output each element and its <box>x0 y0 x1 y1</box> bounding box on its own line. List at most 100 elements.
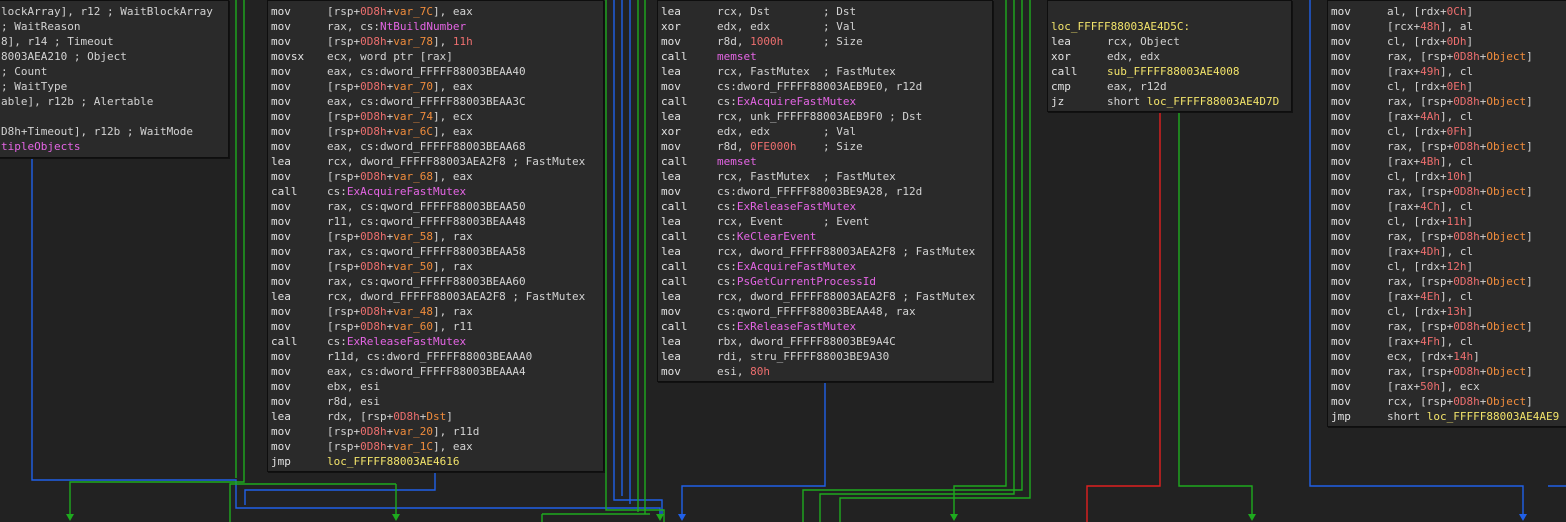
stack-var[interactable]: var_58 <box>393 230 433 243</box>
code-line[interactable]: mov cl, [rdx+11h] <box>1331 214 1566 229</box>
code-line[interactable]: mov [rsp+0D8h+var_68], eax <box>271 169 603 184</box>
stack-var[interactable]: var_50 <box>393 260 433 273</box>
code-line[interactable]: mov rax, [rsp+0D8h+Object] <box>1331 49 1566 64</box>
code-line[interactable]: mov rcx, [rsp+0D8h+Object] <box>1331 394 1566 409</box>
code-line[interactable]: mov [rax+4Dh], cl <box>1331 244 1566 259</box>
code-line[interactable]: mov [rax+4Eh], cl <box>1331 289 1566 304</box>
code-line[interactable]: mov [rax+4Ah], cl <box>1331 109 1566 124</box>
code-line[interactable]: tipleObjects <box>1 139 228 154</box>
location-ref[interactable]: sub_FFFFF88003AE4008 <box>1107 65 1239 78</box>
code-line[interactable]: mov rax, [rsp+0D8h+Object] <box>1331 319 1566 334</box>
code-line[interactable]: mov cl, [rdx+0Dh] <box>1331 34 1566 49</box>
code-line[interactable]: xor edx, edx ; Val <box>661 19 992 34</box>
code-line[interactable]: lea rdx, [rsp+0D8h+Dst] <box>271 409 603 424</box>
code-line[interactable]: mov [rax+50h], ecx <box>1331 379 1566 394</box>
code-line[interactable]: xor edx, edx ; Val <box>661 124 992 139</box>
code-line[interactable]: mov cs:dword_FFFFF88003AEB9E0, r12d <box>661 79 992 94</box>
code-line[interactable]: jmp loc_FFFFF88003AE4616 <box>271 454 603 469</box>
code-line[interactable]: mov [rsp+0D8h+var_48], rax <box>271 304 603 319</box>
code-line[interactable]: mov [rsp+0D8h+var_70], eax <box>271 79 603 94</box>
code-line[interactable]: mov rax, [rsp+0D8h+Object] <box>1331 184 1566 199</box>
code-line[interactable]: mov rax, cs:NtBuildNumber <box>271 19 603 34</box>
code-line[interactable]: lea rcx, dword_FFFFF88003AEA2F8 ; FastMut… <box>271 154 603 169</box>
code-line[interactable]: mov r8d, esi <box>271 394 603 409</box>
code-line[interactable]: mov cl, [rdx+13h] <box>1331 304 1566 319</box>
code-block-build-info[interactable]: mov [rsp+0D8h+var_7C], eax mov rax, cs:NtBu… <box>267 0 604 472</box>
function-ref[interactable]: ExReleaseFastMutex <box>347 335 466 348</box>
code-line[interactable]: lea rcx, Dst ; Dst <box>661 4 992 19</box>
function-ref[interactable]: ExAcquireFastMutex <box>737 95 856 108</box>
stack-var[interactable]: Object <box>1486 230 1526 243</box>
function-ref[interactable]: memset <box>717 155 757 168</box>
stack-var[interactable]: Object <box>1486 320 1526 333</box>
code-line[interactable] <box>1051 4 1291 19</box>
code-line[interactable]: mov rax, [rsp+0D8h+Object] <box>1331 139 1566 154</box>
code-line[interactable]: lea rcx, unk_FFFFF88003AEB9F0 ; Dst <box>661 109 992 124</box>
code-line[interactable]: mov rax, cs:qword_FFFFF88003BEAA50 <box>271 199 603 214</box>
code-line[interactable]: lea rcx, Event ; Event <box>661 214 992 229</box>
code-line[interactable]: call cs:ExReleaseFastMutex <box>271 334 603 349</box>
function-ref[interactable]: ExReleaseFastMutex <box>737 200 856 213</box>
code-line[interactable]: lea rcx, dword_FFFFF88003AEA2F8 ; FastMut… <box>661 289 992 304</box>
stack-var[interactable]: var_48 <box>393 305 433 318</box>
code-line[interactable]: mov al, [rdx+0Ch] <box>1331 4 1566 19</box>
code-line[interactable]: mov cl, [rdx+0Eh] <box>1331 79 1566 94</box>
code-label[interactable]: loc_FFFFF88003AE4D5C: <box>1051 20 1190 33</box>
code-line[interactable]: movsx ecx, word ptr [rax] <box>271 49 603 64</box>
code-block-memset-init[interactable]: lea rcx, Dst ; Dst xor edx, edx ; Val mov r8d… <box>657 0 993 382</box>
code-line[interactable]: mov cl, [rdx+12h] <box>1331 259 1566 274</box>
function-ref[interactable]: PsGetCurrentProcessId <box>737 275 876 288</box>
stack-var[interactable]: Object <box>1486 185 1526 198</box>
code-line[interactable]: lockArray], r12 ; WaitBlockArray <box>1 4 228 19</box>
function-ref[interactable]: ExAcquireFastMutex <box>347 185 466 198</box>
code-line[interactable]: lea rdi, stru_FFFFF88003BE9A30 <box>661 349 992 364</box>
stack-var[interactable]: Dst <box>426 410 446 423</box>
code-block-copy-object-fields[interactable]: mov al, [rdx+0Ch] mov [rcx+48h], al mov cl, [… <box>1327 0 1566 427</box>
code-line[interactable]: mov [rsp+0D8h+var_50], rax <box>271 259 603 274</box>
code-line[interactable]: mov cl, [rdx+10h] <box>1331 169 1566 184</box>
stack-var[interactable]: Object <box>1486 50 1526 63</box>
code-line[interactable] <box>1 109 228 124</box>
function-ref[interactable]: memset <box>717 50 757 63</box>
code-line[interactable]: mov r11d, cs:dword_FFFFF88003BEAAA0 <box>271 349 603 364</box>
code-line[interactable]: mov eax, cs:dword_FFFFF88003BEAA3C <box>271 94 603 109</box>
code-line[interactable]: D8h+Timeout], r12b ; WaitMode <box>1 124 228 139</box>
code-line[interactable]: mov eax, cs:dword_FFFFF88003BEAA40 <box>271 64 603 79</box>
code-line[interactable]: call sub_FFFFF88003AE4008 <box>1051 64 1291 79</box>
code-line[interactable]: mov cs:dword_FFFFF88003BE9A28, r12d <box>661 184 992 199</box>
code-line[interactable]: call cs:KeClearEvent <box>661 229 992 244</box>
code-line[interactable]: lea rcx, FastMutex ; FastMutex <box>661 169 992 184</box>
code-line[interactable]: mov [rsp+0D8h+var_60], r11 <box>271 319 603 334</box>
code-line[interactable]: mov rax, [rsp+0D8h+Object] <box>1331 274 1566 289</box>
code-line[interactable]: xor edx, edx <box>1051 49 1291 64</box>
stack-var[interactable]: var_68 <box>393 170 433 183</box>
stack-var[interactable]: Object <box>1486 395 1526 408</box>
code-line[interactable]: call cs:PsGetCurrentProcessId <box>661 274 992 289</box>
code-line[interactable]: mov r11, cs:qword_FFFFF88003BEAA48 <box>271 214 603 229</box>
code-line[interactable]: mov cs:qword_FFFFF88003BEAA48, rax <box>661 304 992 319</box>
code-line[interactable]: call cs:ExReleaseFastMutex <box>661 199 992 214</box>
stack-var[interactable]: var_70 <box>393 80 433 93</box>
code-line[interactable]: mov [rsp+0D8h+var_6C], eax <box>271 124 603 139</box>
code-line[interactable]: mov rax, cs:qword_FFFFF88003BEAA60 <box>271 274 603 289</box>
code-line[interactable]: mov [rsp+0D8h+var_74], ecx <box>271 109 603 124</box>
code-line[interactable]: call cs:ExAcquireFastMutex <box>271 184 603 199</box>
stack-var[interactable]: var_1C <box>393 440 433 453</box>
code-line[interactable]: ; WaitType <box>1 79 228 94</box>
function-ref[interactable]: NtBuildNumber <box>380 20 466 33</box>
code-line[interactable]: mov [rsp+0D8h+var_58], rax <box>271 229 603 244</box>
stack-var[interactable]: Object <box>1486 275 1526 288</box>
code-line[interactable]: loc_FFFFF88003AE4D5C: <box>1051 19 1291 34</box>
code-block-loc-ae4d5c[interactable]: loc_FFFFF88003AE4D5C: lea rcx, Object xor ed… <box>1047 0 1292 112</box>
code-line[interactable]: 8], r14 ; Timeout <box>1 34 228 49</box>
code-line[interactable]: 8003AEA210 ; Object <box>1 49 228 64</box>
stack-var[interactable]: var_6C <box>393 125 433 138</box>
location-ref[interactable]: loc_FFFFF88003AE4616 <box>327 455 459 468</box>
code-line[interactable]: mov [rax+49h], cl <box>1331 64 1566 79</box>
stack-var[interactable]: var_60 <box>393 320 433 333</box>
code-line[interactable]: mov cl, [rdx+0Fh] <box>1331 124 1566 139</box>
code-line[interactable]: lea rcx, FastMutex ; FastMutex <box>661 64 992 79</box>
code-line[interactable]: mov r8d, 0FE000h ; Size <box>661 139 992 154</box>
code-line[interactable]: jz short loc_FFFFF88003AE4D7D <box>1051 94 1291 109</box>
code-line[interactable]: mov [rax+4Ch], cl <box>1331 199 1566 214</box>
